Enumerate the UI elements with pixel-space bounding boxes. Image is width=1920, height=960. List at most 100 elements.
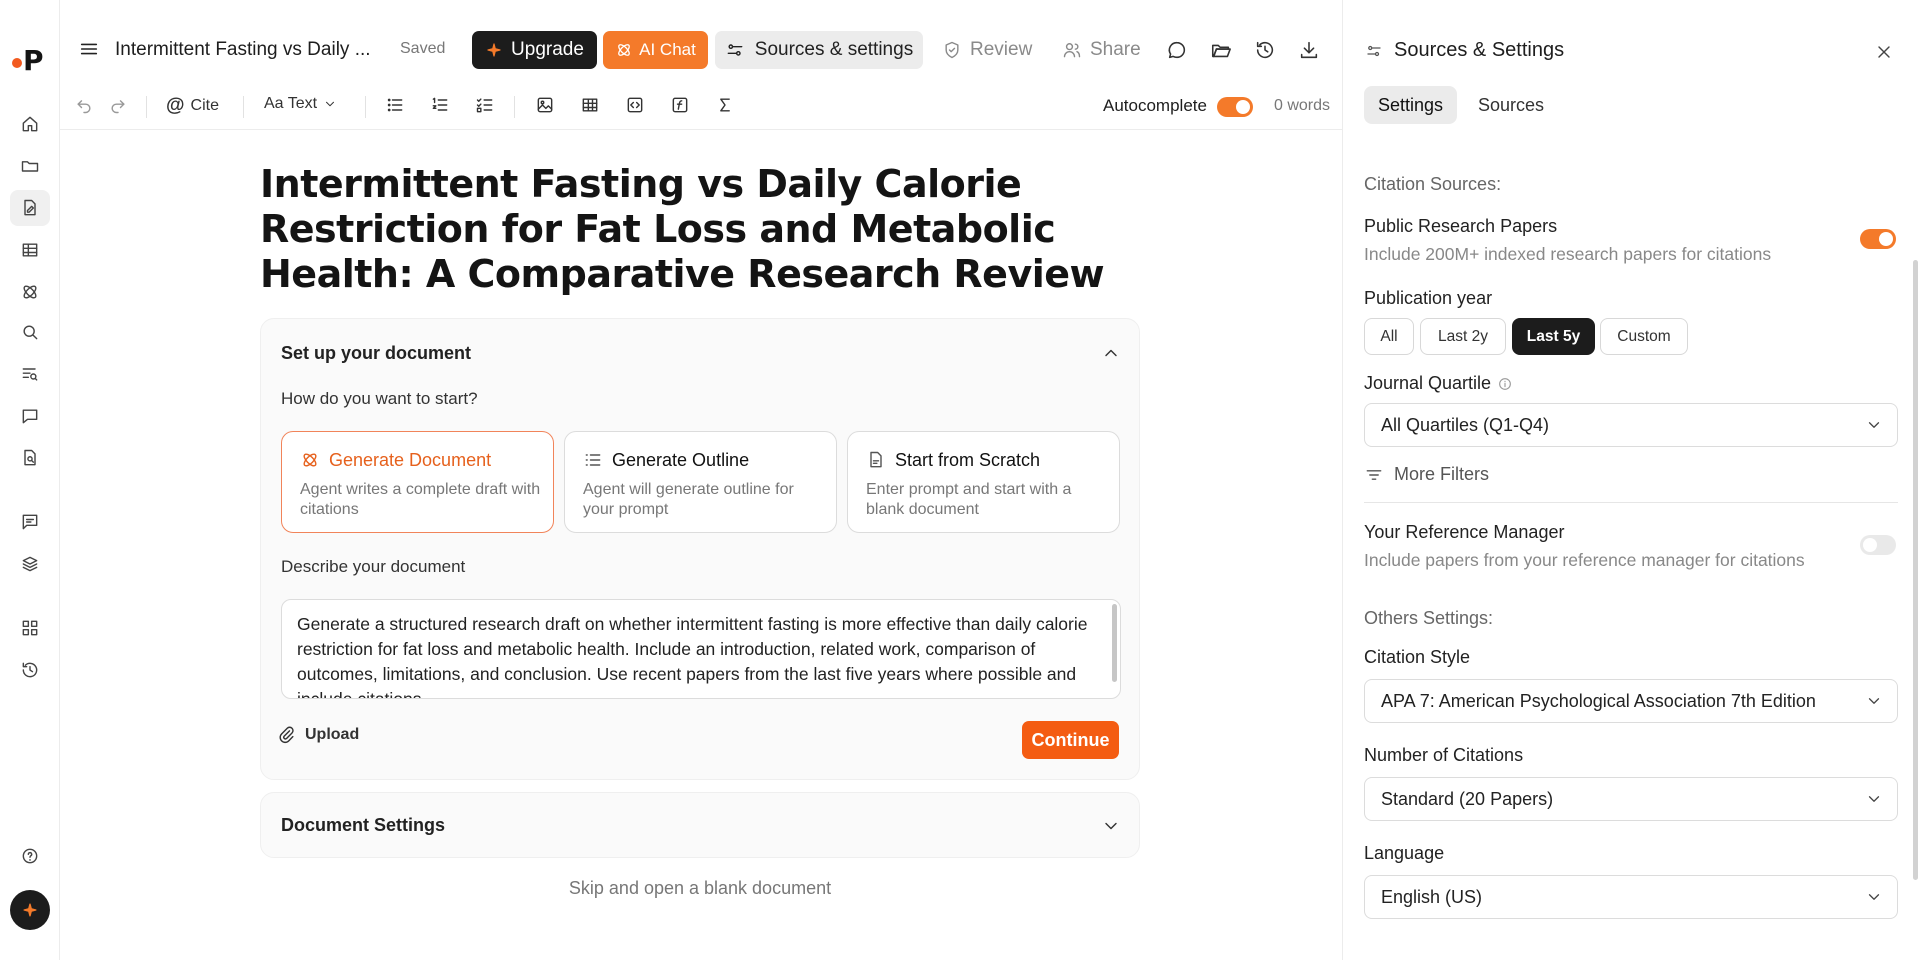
others-settings-label: Others Settings: (1364, 608, 1494, 628)
text-style-dropdown[interactable]: Aa Text (264, 95, 337, 113)
option-desc: Agent will generate outline for your pro… (583, 481, 794, 518)
atom-icon (618, 44, 631, 56)
sources-settings-button[interactable]: Sources & settings (715, 31, 923, 69)
review-button[interactable]: Review (942, 31, 1032, 69)
skip-link[interactable]: Skip and open a blank document (260, 878, 1140, 899)
autocomplete-toggle[interactable] (1217, 97, 1253, 117)
left-rail: P (0, 0, 60, 960)
search-icon[interactable] (10, 314, 50, 350)
doc-title[interactable]: Intermittent Fasting vs Daily ... (115, 39, 371, 61)
document-edit-icon[interactable] (10, 190, 50, 226)
citation-style-select[interactable]: APA 7: American Psychological Associatio… (1364, 679, 1898, 723)
numbered-list-icon[interactable] (430, 95, 450, 115)
atom-icon (300, 450, 320, 470)
sources-settings-label: Sources & settings (754, 39, 914, 60)
bullet-list-icon[interactable] (385, 95, 405, 115)
ai-chat-button[interactable]: AI Chat (603, 31, 708, 69)
tab-settings[interactable]: Settings (1364, 86, 1458, 124)
continue-button[interactable]: Continue (1022, 721, 1119, 759)
ai-sparkle-button[interactable] (10, 890, 50, 930)
sources-settings-panel: Sources & Settings Settings Sources Cita… (1342, 0, 1920, 960)
journal-quartile-text: Journal Quartile (1364, 373, 1492, 393)
apps-grid-icon[interactable] (10, 610, 50, 646)
checklist-icon[interactable] (475, 95, 495, 115)
year-option-all[interactable]: All (1364, 318, 1414, 355)
num-citations-value: Standard (20 Papers) (1381, 789, 1554, 809)
public-papers-subtitle: Include 200M+ indexed research papers fo… (1364, 244, 1772, 264)
close-icon[interactable] (1874, 42, 1894, 62)
table-insert-icon[interactable] (580, 95, 600, 115)
quartile-select[interactable]: All Quartiles (Q1-Q4) (1364, 403, 1898, 447)
textarea-scrollbar[interactable] (1112, 604, 1117, 682)
year-option-last-5y[interactable]: Last 5y (1512, 318, 1595, 355)
home-icon[interactable] (10, 106, 50, 142)
start-question: How do you want to start? (281, 389, 478, 408)
saved-status: Saved (400, 40, 446, 57)
option-title: Generate Document (329, 450, 492, 470)
document-settings-heading: Document Settings (281, 815, 446, 835)
comments-icon[interactable] (10, 504, 50, 540)
upgrade-button[interactable]: Upgrade (472, 31, 597, 69)
language-select[interactable]: English (US) (1364, 875, 1898, 919)
citation-style-label: Citation Style (1364, 647, 1471, 667)
option-start-from-scratch[interactable]: Start from Scratch Enter prompt and star… (847, 431, 1120, 533)
cite-label: Cite (190, 97, 219, 114)
share-button[interactable]: Share (1062, 31, 1141, 69)
more-filters-label: More Filters (1394, 464, 1490, 484)
quartile-value: All Quartiles (Q1-Q4) (1381, 415, 1550, 435)
setup-card: Set up your document How do you want to … (260, 318, 1140, 780)
app-logo[interactable]: P (10, 44, 50, 77)
ref-manager-toggle[interactable] (1860, 535, 1896, 555)
upload-label: Upload (305, 726, 360, 743)
chevron-down-icon[interactable] (1101, 816, 1121, 836)
atom-icon[interactable] (10, 274, 50, 310)
public-papers-toggle[interactable] (1860, 229, 1896, 249)
help-icon[interactable] (10, 838, 50, 874)
sigma-icon[interactable] (715, 95, 735, 115)
file-search-icon[interactable] (10, 440, 50, 476)
chevron-up-icon[interactable] (1101, 343, 1121, 363)
sparkle-icon (487, 43, 501, 57)
panel-scrollbar[interactable] (1913, 260, 1918, 880)
table-icon[interactable] (10, 232, 50, 268)
paperclip-icon (279, 726, 294, 744)
undo-icon[interactable] (74, 95, 94, 115)
more-filters-button[interactable]: More Filters (1364, 464, 1489, 485)
image-icon[interactable] (535, 95, 555, 115)
citation-style-value: APA 7: American Psychological Associatio… (1381, 691, 1816, 711)
option-generate-document[interactable]: Generate Document Agent writes a complet… (281, 431, 554, 533)
comment-icon[interactable] (1166, 39, 1188, 61)
share-label: Share (1090, 39, 1141, 60)
tab-sources[interactable]: Sources (1464, 86, 1558, 124)
top-header: Intermittent Fasting vs Daily ... Saved … (60, 0, 1342, 80)
document-title[interactable]: Intermittent Fasting vs Daily Calorie Re… (260, 162, 1160, 297)
folder-icon[interactable] (10, 148, 50, 184)
toolbar-divider (146, 96, 147, 118)
chat-icon[interactable] (10, 398, 50, 434)
document-settings-card[interactable]: Document Settings (260, 792, 1140, 858)
citation-sources-label: Citation Sources: (1364, 174, 1502, 194)
function-icon[interactable] (670, 95, 690, 115)
history-icon[interactable] (10, 652, 50, 688)
redo-icon[interactable] (108, 95, 128, 115)
info-icon[interactable] (1497, 376, 1513, 392)
menu-icon[interactable] (78, 38, 100, 60)
option-title: Start from Scratch (895, 450, 1041, 470)
toolbar-divider (365, 96, 366, 118)
option-generate-outline[interactable]: Generate Outline Agent will generate out… (564, 431, 837, 533)
upload-button[interactable]: Upload (277, 725, 359, 745)
sparkle-icon (23, 903, 37, 917)
layers-icon[interactable] (10, 546, 50, 582)
list-search-icon[interactable] (10, 356, 50, 392)
language-value: English (US) (1381, 887, 1483, 907)
num-citations-select[interactable]: Standard (20 Papers) (1364, 777, 1898, 821)
cite-button[interactable]: @ Cite (166, 95, 219, 117)
prompt-textarea[interactable]: Generate a structured research draft on … (281, 599, 1121, 699)
year-option-custom[interactable]: Custom (1600, 318, 1688, 355)
folder-open-icon[interactable] (1210, 39, 1232, 61)
chevron-down-icon (1865, 692, 1883, 710)
year-option-last-2y[interactable]: Last 2y (1420, 318, 1506, 355)
code-block-icon[interactable] (625, 95, 645, 115)
download-icon[interactable] (1298, 39, 1320, 61)
history-icon[interactable] (1254, 39, 1276, 61)
